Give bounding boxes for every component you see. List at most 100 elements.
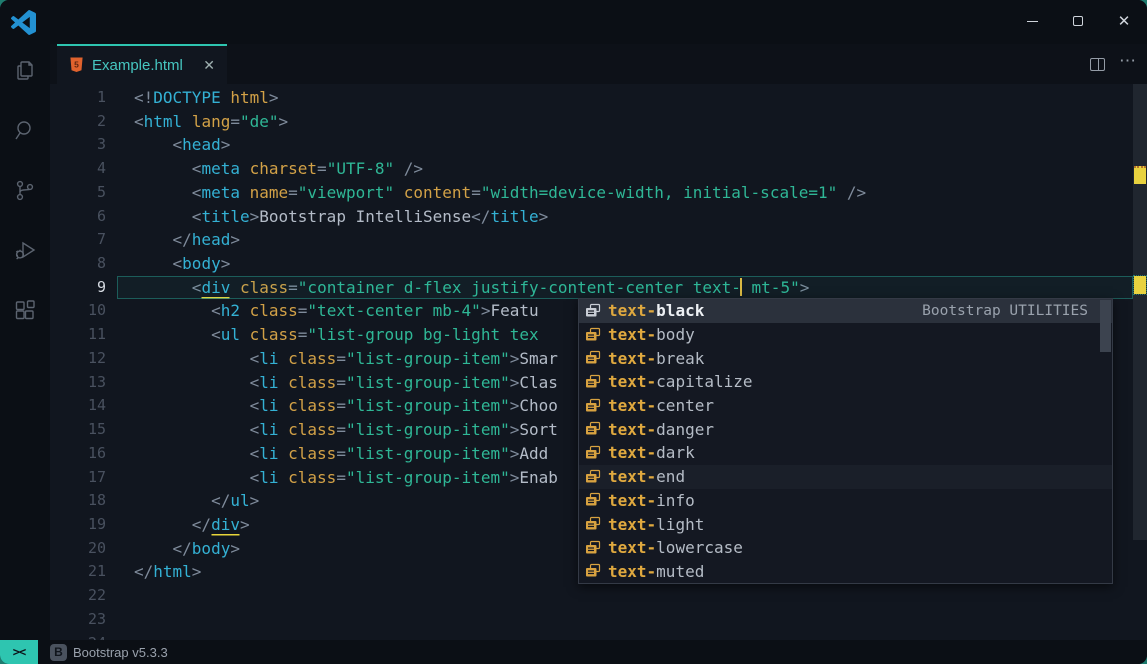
- code-line-text: <li class="list-group-item">Enab: [134, 466, 558, 490]
- code-line[interactable]: 5 <meta name="viewport" content="width=d…: [50, 181, 1147, 205]
- code-line[interactable]: 9 <div class="container d-flex justify-c…: [50, 276, 1147, 300]
- suggestion-item-text-light[interactable]: text-light: [579, 512, 1112, 536]
- suggestion-item-text-end[interactable]: text-end: [579, 465, 1112, 489]
- line-number: 3: [50, 133, 106, 157]
- suggestion-item-text-lowercase[interactable]: text-lowercase: [579, 536, 1112, 560]
- suggest-list: text-blackBootstrap UTILITIEStext-body te…: [579, 299, 1112, 583]
- sidebar-item-source-control[interactable]: [0, 164, 50, 216]
- suggestion-item-text-center[interactable]: text-center: [579, 394, 1112, 418]
- minimize-icon: [1027, 21, 1038, 22]
- bootstrap-icon: B: [50, 644, 67, 661]
- line-number: 1: [50, 86, 106, 110]
- suggestion-label: text-end: [608, 467, 685, 486]
- files-icon: [13, 58, 37, 82]
- css-class-icon: [585, 374, 601, 390]
- code-line[interactable]: 4 <meta charset="UTF-8" />: [50, 157, 1147, 181]
- code-line-text: <html lang="de">: [134, 110, 288, 134]
- css-class-icon: [585, 421, 601, 437]
- code-line-text: <li class="list-group-item">Sort: [134, 418, 558, 442]
- code-line[interactable]: 2 <html lang="de">: [50, 110, 1147, 134]
- tab-close-icon[interactable]: ✕: [203, 57, 215, 74]
- scrollbar: [1133, 84, 1147, 640]
- css-class-icon: [585, 516, 601, 532]
- code-line-text: <body>: [134, 252, 230, 276]
- code-line-text: </head>: [134, 228, 240, 252]
- line-number: 7: [50, 228, 106, 252]
- suggestion-item-text-body[interactable]: text-body: [579, 323, 1112, 347]
- sidebar-item-extensions[interactable]: [0, 284, 50, 336]
- css-class-icon: [585, 469, 601, 485]
- suggestion-item-text-capitalize[interactable]: text-capitalize: [579, 370, 1112, 394]
- tab-bar: 5 Example.html ✕ ⋯: [50, 44, 1147, 84]
- remote-indicator[interactable]: ><: [0, 640, 38, 664]
- extensions-icon: [13, 298, 37, 322]
- overview-ruler-marker: [1134, 166, 1146, 184]
- code-line-text: <meta name="viewport" content="width=dev…: [134, 181, 866, 205]
- sidebar-item-explorer[interactable]: [0, 44, 50, 96]
- line-number: 11: [50, 323, 106, 347]
- css-class-icon: [585, 492, 601, 508]
- code-line[interactable]: 6 <title>Bootstrap IntelliSense</title>: [50, 205, 1147, 229]
- code-line[interactable]: 7 </head>: [50, 228, 1147, 252]
- status-bar: >< B Bootstrap v5.3.3: [0, 640, 1147, 664]
- maximize-icon: [1073, 16, 1083, 26]
- suggestion-item-text-info[interactable]: text-info: [579, 489, 1112, 513]
- scrollbar-thumb[interactable]: [1133, 84, 1147, 540]
- suggestion-item-text-dark[interactable]: text-dark: [579, 441, 1112, 465]
- suggest-scrollbar-thumb[interactable]: [1100, 300, 1111, 352]
- line-number: 5: [50, 181, 106, 205]
- more-actions-icon[interactable]: ⋯: [1119, 61, 1137, 67]
- code-line[interactable]: 1 <!DOCTYPE html>: [50, 86, 1147, 110]
- line-number: 4: [50, 157, 106, 181]
- css-class-icon: [585, 445, 601, 461]
- line-number: 20: [50, 537, 106, 561]
- close-button[interactable]: ✕: [1101, 0, 1147, 42]
- suggestion-label: text-break: [608, 349, 704, 368]
- line-number: 14: [50, 394, 106, 418]
- close-icon: ✕: [1118, 14, 1131, 29]
- intellisense-suggest-widget: text-blackBootstrap UTILITIEStext-body te…: [578, 298, 1113, 584]
- code-line[interactable]: 8 <body>: [50, 252, 1147, 276]
- maximize-button[interactable]: [1055, 0, 1101, 42]
- vscode-window: ✕: [0, 0, 1147, 664]
- activity-bar: [0, 44, 50, 640]
- line-number: 2: [50, 110, 106, 134]
- code-line-text: <li class="list-group-item">Add: [134, 442, 548, 466]
- vscode-logo-icon: [11, 10, 36, 35]
- html5-file-icon: 5: [69, 57, 84, 73]
- css-class-icon: [585, 327, 601, 343]
- split-editor-icon[interactable]: [1090, 58, 1105, 71]
- line-number: 17: [50, 466, 106, 490]
- code-line-text: <li class="list-group-item">Choo: [134, 394, 558, 418]
- css-class-icon: [585, 398, 601, 414]
- line-number: 22: [50, 584, 106, 608]
- code-line[interactable]: 3 <head>: [50, 133, 1147, 157]
- suggestion-label: text-center: [608, 396, 714, 415]
- code-line-text: </ul>: [134, 489, 259, 513]
- code-line-text: <div class="container d-flex justify-con…: [134, 276, 809, 300]
- suggestion-item-text-black[interactable]: text-blackBootstrap UTILITIES: [579, 299, 1112, 323]
- tab-example-html[interactable]: 5 Example.html ✕: [57, 44, 227, 84]
- sidebar-item-run-debug[interactable]: [0, 224, 50, 276]
- css-class-icon: [585, 303, 601, 319]
- suggestion-item-text-break[interactable]: text-break: [579, 346, 1112, 370]
- bootstrap-status-item[interactable]: B Bootstrap v5.3.3: [50, 644, 168, 661]
- minimize-button[interactable]: [1009, 0, 1055, 42]
- sidebar-item-search[interactable]: [0, 104, 50, 156]
- bootstrap-version-label: Bootstrap v5.3.3: [73, 645, 168, 660]
- suggestion-label: text-muted: [608, 562, 704, 581]
- code-line[interactable]: 23: [50, 608, 1147, 632]
- line-number: 13: [50, 371, 106, 395]
- code-line-text: <!DOCTYPE html>: [134, 86, 279, 110]
- code-line[interactable]: 22: [50, 584, 1147, 608]
- suggestion-item-text-muted[interactable]: text-muted: [579, 560, 1112, 584]
- tab-label: Example.html: [92, 57, 197, 74]
- line-number: 21: [50, 560, 106, 584]
- code-line-text: <li class="list-group-item">Clas: [134, 371, 558, 395]
- git-branch-icon: [13, 178, 37, 202]
- line-number: 10: [50, 299, 106, 323]
- code-line-text: <ul class="list-group bg-light tex: [134, 323, 539, 347]
- suggestion-label: text-lowercase: [608, 538, 743, 557]
- search-icon: [13, 118, 37, 142]
- suggestion-item-text-danger[interactable]: text-danger: [579, 417, 1112, 441]
